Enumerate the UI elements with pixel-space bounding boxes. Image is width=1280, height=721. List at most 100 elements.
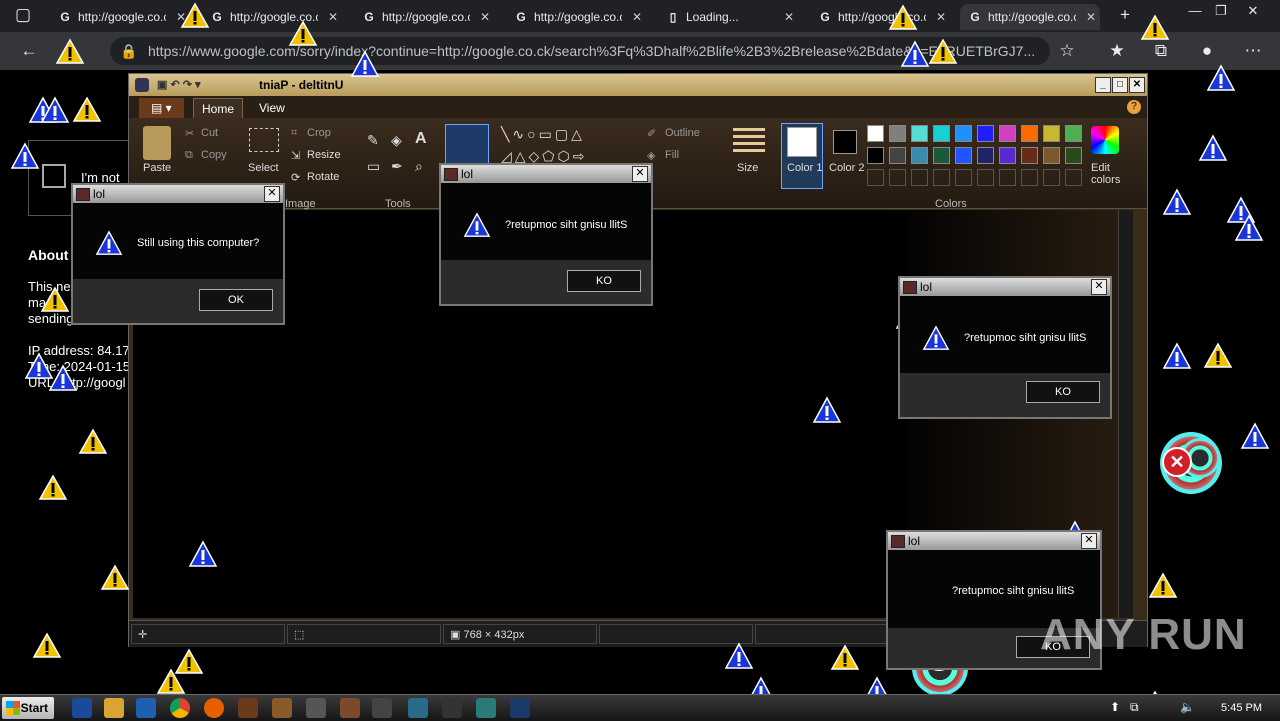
- paste-button[interactable]: Paste: [143, 162, 171, 174]
- cut-button[interactable]: Cut: [201, 127, 218, 139]
- edit-colors-button[interactable]: Edit colors: [1091, 162, 1125, 186]
- tray-arrow-icon[interactable]: ⬆: [1110, 700, 1120, 714]
- text-tool-icon[interactable]: A: [415, 130, 427, 148]
- palette-swatch[interactable]: [889, 125, 906, 142]
- browser-tab[interactable]: Ghttp://google.co.ck ✕: [202, 4, 342, 30]
- shapes-gallery[interactable]: ╲∿○▭▢△: [501, 126, 585, 143]
- palette-swatch[interactable]: [1021, 147, 1038, 164]
- palette-swatch[interactable]: [999, 147, 1016, 164]
- rotate-button[interactable]: Rotate: [307, 171, 339, 183]
- custom-color-swatch[interactable]: [911, 169, 928, 186]
- custom-color-swatch[interactable]: [1065, 169, 1082, 186]
- app-icon[interactable]: [408, 698, 428, 718]
- restore-icon[interactable]: ❐: [1210, 0, 1232, 22]
- tab-view[interactable]: View: [251, 98, 293, 118]
- palette-swatch[interactable]: [1065, 147, 1082, 164]
- edit-colors-icon[interactable]: [1091, 126, 1119, 154]
- palette-swatch[interactable]: [933, 125, 950, 142]
- close-icon[interactable]: ✕: [1081, 533, 1097, 549]
- favorites-icon[interactable]: ★: [1106, 40, 1128, 62]
- close-icon[interactable]: ✕: [632, 166, 648, 182]
- palette-swatch[interactable]: [1021, 125, 1038, 142]
- custom-color-swatch[interactable]: [977, 169, 994, 186]
- app-icon[interactable]: [340, 698, 360, 718]
- pencil-icon[interactable]: ✎: [367, 132, 379, 149]
- palette-swatch[interactable]: [889, 147, 906, 164]
- volume-icon[interactable]: 🔈: [1180, 700, 1195, 714]
- explorer-icon[interactable]: [104, 698, 124, 718]
- close-tab-icon[interactable]: ✕: [324, 10, 342, 24]
- ok-button[interactable]: OK: [199, 289, 273, 311]
- close-tab-icon[interactable]: ✕: [628, 10, 646, 24]
- select-button[interactable]: Select: [248, 162, 279, 174]
- palette-swatch[interactable]: [955, 147, 972, 164]
- palette-swatch[interactable]: [999, 125, 1016, 142]
- paste-icon[interactable]: [143, 126, 171, 160]
- close-icon[interactable]: ✕: [1091, 279, 1107, 295]
- back-arrow-icon[interactable]: ←: [18, 40, 40, 62]
- browser-tab[interactable]: Ghttp://google.co.ck ✕: [50, 4, 190, 30]
- tab-actions-icon[interactable]: ▢: [12, 4, 34, 26]
- palette-swatch[interactable]: [911, 125, 928, 142]
- copy-button[interactable]: Copy: [201, 149, 227, 161]
- select-icon[interactable]: [249, 128, 279, 152]
- browser-tab[interactable]: Ghttp://google.co.ck ✕: [810, 4, 950, 30]
- browser-tab[interactable]: Ghttp://google.co.ck ✕: [354, 4, 494, 30]
- new-tab-button[interactable]: +: [1114, 4, 1136, 26]
- close-tab-icon[interactable]: ✕: [780, 10, 798, 24]
- palette-swatch[interactable]: [867, 125, 884, 142]
- file-menu-button[interactable]: ▤ ▾: [139, 98, 184, 118]
- browser-tab-active[interactable]: Ghttp://google.co.ck ✕: [960, 4, 1100, 30]
- palette-swatch[interactable]: [977, 125, 994, 142]
- vertical-scrollbar[interactable]: [1118, 210, 1133, 618]
- palette-swatch[interactable]: [933, 147, 950, 164]
- app-icon[interactable]: [238, 698, 258, 718]
- resize-button[interactable]: Resize: [307, 149, 341, 161]
- close-tab-icon[interactable]: ✕: [1082, 10, 1100, 24]
- magnifier-icon[interactable]: ⌕: [415, 158, 423, 175]
- browser-tab[interactable]: Ghttp://google.co.ck ✕: [506, 4, 646, 30]
- custom-color-swatch[interactable]: [867, 169, 884, 186]
- palette-swatch[interactable]: [1043, 147, 1060, 164]
- close-icon[interactable]: ✕: [264, 186, 280, 202]
- maximize-icon[interactable]: □: [1112, 77, 1128, 93]
- quick-access-toolbar[interactable]: ▣ ↶ ↷ ▾: [157, 78, 211, 92]
- custom-color-swatch[interactable]: [889, 169, 906, 186]
- help-icon[interactable]: ?: [1127, 100, 1141, 114]
- captcha-checkbox[interactable]: [42, 164, 66, 188]
- fill-dropdown[interactable]: Fill: [665, 149, 679, 161]
- browser-tab[interactable]: ▯ Loading... ✕: [658, 4, 798, 30]
- minimize-icon[interactable]: —: [1184, 0, 1206, 22]
- close-tab-icon[interactable]: ✕: [932, 10, 950, 24]
- paint-taskbar-icon[interactable]: [272, 698, 292, 718]
- palette-swatch[interactable]: [1043, 125, 1060, 142]
- palette-swatch[interactable]: [977, 147, 994, 164]
- profile-icon[interactable]: ●: [1196, 40, 1218, 62]
- crop-button[interactable]: Crop: [307, 127, 331, 139]
- app-icon[interactable]: [476, 698, 496, 718]
- palette-swatch[interactable]: [911, 147, 928, 164]
- outline-dropdown[interactable]: Outline: [665, 127, 700, 139]
- ko-button[interactable]: KO: [567, 270, 641, 292]
- edge-icon[interactable]: [510, 698, 530, 718]
- eraser-icon[interactable]: ▭: [367, 158, 380, 175]
- app-icon[interactable]: [372, 698, 392, 718]
- ie-icon[interactable]: [72, 698, 92, 718]
- brushes-icon[interactable]: [445, 124, 489, 166]
- start-button[interactable]: Start: [2, 697, 54, 719]
- custom-color-swatch[interactable]: [1043, 169, 1060, 186]
- tab-home[interactable]: Home: [193, 98, 244, 119]
- ko-button[interactable]: KO: [1026, 381, 1100, 403]
- cmd-icon[interactable]: [442, 698, 462, 718]
- palette-swatch[interactable]: [867, 147, 884, 164]
- custom-color-swatch[interactable]: [1021, 169, 1038, 186]
- custom-color-swatch[interactable]: [955, 169, 972, 186]
- media-player-icon[interactable]: [136, 698, 156, 718]
- palette-swatch[interactable]: [955, 125, 972, 142]
- fill-bucket-icon[interactable]: ◈: [391, 132, 402, 149]
- close-icon[interactable]: ✕: [1129, 77, 1145, 93]
- menu-icon[interactable]: ⋯: [1242, 40, 1264, 62]
- color-picker-icon[interactable]: ✒: [391, 158, 403, 175]
- app-icon[interactable]: [306, 698, 326, 718]
- color2-swatch[interactable]: [833, 130, 857, 154]
